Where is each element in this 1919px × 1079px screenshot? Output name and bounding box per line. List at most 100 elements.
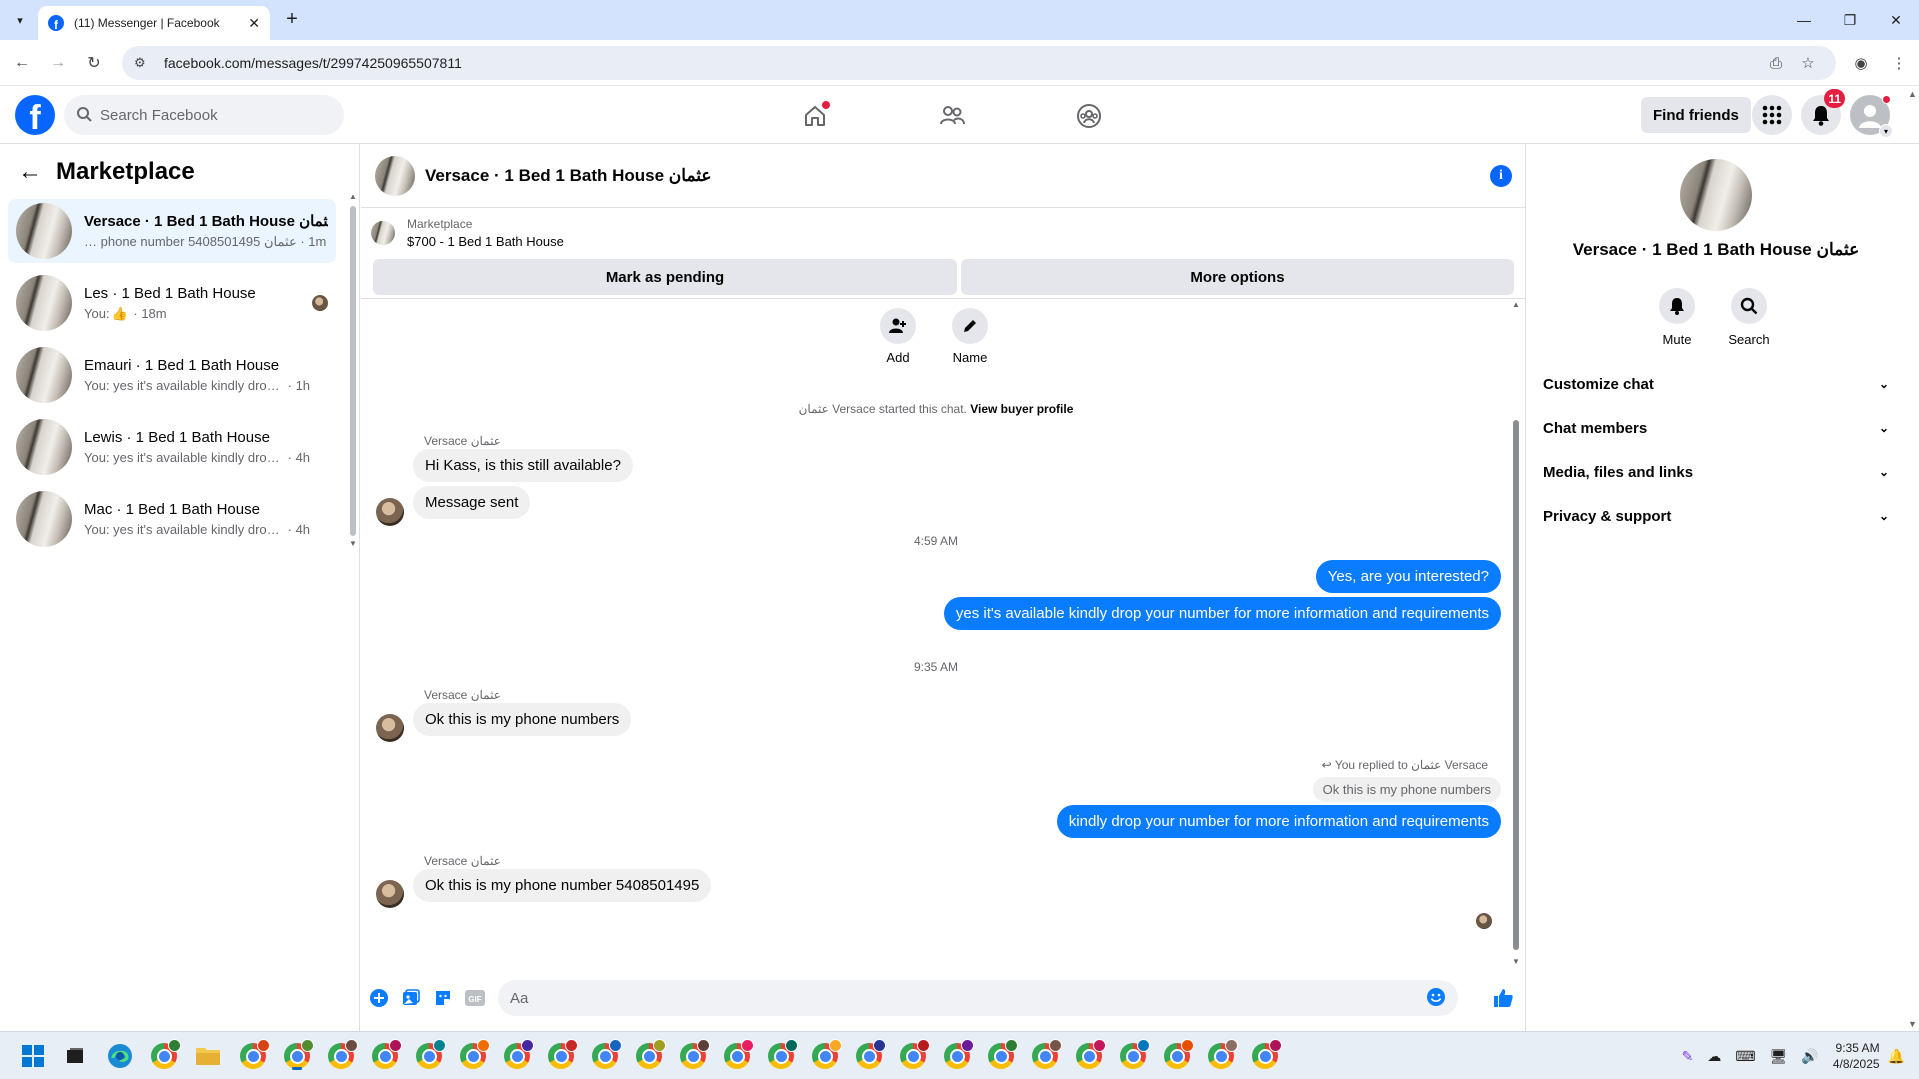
chrome-app-icon[interactable] [941,1039,974,1072]
chat-title[interactable]: Versace · 1 Bed 1 Bath House عثمان [425,166,1490,186]
chrome-app-icon[interactable] [677,1039,710,1072]
mark-as-pending-button[interactable]: Mark as pending [373,259,957,295]
conversation-item[interactable]: Lewis · 1 Bed 1 Bath House You: yes it's… [8,415,336,479]
conversation-item[interactable]: Versace · 1 Bed 1 Bath House عثمان … pho… [8,199,336,263]
friends-nav-icon[interactable] [937,101,967,131]
task-view-icon[interactable] [59,1040,91,1072]
mute-button[interactable]: Mute [1647,288,1707,347]
chrome-app-icon[interactable] [633,1039,666,1072]
chrome-app-icon[interactable] [501,1039,534,1072]
plus-circle-icon[interactable] [363,982,395,1014]
address-bar[interactable]: ⚙ facebook.com/messages/t/29974250965507… [122,46,1836,80]
thumbs-up-icon[interactable] [1487,982,1519,1014]
chrome-app-icon[interactable] [413,1039,446,1072]
chrome-app-icon[interactable] [853,1039,886,1072]
chrome-app-icon[interactable] [545,1039,578,1072]
sidebar-scrollbar[interactable]: ▲ ▼ [349,192,357,548]
url-text[interactable]: facebook.com/messages/t/2997425096550781… [164,55,1760,71]
chrome-app-icon[interactable] [1249,1039,1282,1072]
close-window-button[interactable]: ✕ [1873,0,1919,40]
info-icon[interactable]: i [1490,164,1512,187]
customize-chat-section[interactable]: Customize chat ⌄ [1535,362,1897,406]
search-input[interactable] [100,106,320,124]
edge-browser-icon[interactable] [104,1040,136,1072]
message-input[interactable] [510,989,1426,1007]
scroll-up-arrow-icon[interactable]: ▲ [1908,89,1917,99]
chrome-app-icon[interactable] [325,1039,358,1072]
page-scrollbar[interactable]: ▲ ▼ [1906,87,1919,1031]
more-options-button[interactable]: More options [961,259,1514,295]
profile-avatar[interactable] [1680,159,1752,231]
scroll-up-arrow-icon[interactable]: ▲ [1512,300,1520,309]
listing-thumbnail[interactable] [371,221,395,245]
menu-grid-icon[interactable] [1752,95,1792,135]
outgoing-message[interactable]: Yes, are you interested? [1315,560,1501,593]
chrome-app-icon[interactable] [237,1039,270,1072]
reload-icon[interactable]: ↻ [82,51,106,75]
restore-button[interactable]: ❐ [1827,0,1873,40]
notification-center-icon[interactable]: 🔔 [1888,1048,1905,1065]
sender-avatar[interactable] [376,498,404,526]
chrome-app-icon[interactable] [1161,1039,1194,1072]
volume-icon[interactable]: 🔊 [1801,1048,1818,1065]
listing-title[interactable]: $700 - 1 Bed 1 Bath House [407,234,564,249]
search-in-chat-button[interactable]: Search [1719,288,1779,347]
incoming-message[interactable]: Hi Kass, is this still available? [413,449,633,482]
clock[interactable]: 9:35 AM 4/8/2025 [1833,1040,1880,1072]
facebook-search[interactable] [64,95,344,135]
media-files-links-section[interactable]: Media, files and links ⌄ [1535,450,1897,494]
back-arrow-icon[interactable]: ← [18,158,46,186]
chrome-app-icon[interactable] [1205,1039,1238,1072]
scrollbar-thumb[interactable] [350,206,356,536]
chrome-app-icon[interactable] [148,1039,181,1072]
tab-search-button[interactable]: ▾ [8,8,32,32]
bookmark-star-icon[interactable]: ☆ [1792,54,1824,72]
chrome-app-icon[interactable] [1073,1039,1106,1072]
tab-close-icon[interactable]: ✕ [248,15,260,32]
privacy-support-section[interactable]: Privacy & support ⌄ [1535,494,1897,538]
chrome-menu-icon[interactable]: ⋮ [1887,51,1911,75]
new-tab-button[interactable]: + [280,8,304,32]
chrome-app-icon[interactable] [589,1039,622,1072]
chrome-app-icon[interactable] [1029,1039,1062,1072]
scroll-down-arrow-icon[interactable]: ▼ [1908,1019,1917,1029]
scroll-up-arrow-icon[interactable]: ▲ [349,192,357,201]
photo-icon[interactable] [395,982,427,1014]
chrome-app-icon[interactable] [1117,1039,1150,1072]
windows-start-icon[interactable] [17,1040,49,1072]
chat-scrollbar[interactable]: ▲ ▼ [1511,300,1521,966]
groups-nav-icon[interactable] [1074,101,1104,131]
chrome-app-icon[interactable] [369,1039,402,1072]
scrollbar-thumb[interactable] [1513,420,1519,950]
minimize-button[interactable]: — [1781,0,1827,40]
pen-icon[interactable]: ✎ [1682,1048,1694,1065]
profile-icon[interactable]: ◉ [1849,51,1873,75]
emoji-icon[interactable] [1426,987,1446,1010]
sticker-icon[interactable] [427,982,459,1014]
chrome-app-icon[interactable] [721,1039,754,1072]
edit-name-button[interactable]: Name [940,308,1000,365]
chrome-app-icon[interactable] [457,1039,490,1072]
site-info-icon[interactable]: ⚙ [134,55,154,71]
browser-tab-messenger[interactable]: f (11) Messenger | Facebook ✕ [38,6,270,40]
message-input-field[interactable] [498,980,1458,1016]
incoming-message[interactable]: Ok this is my phone number 5408501495 [413,869,712,902]
file-explorer-icon[interactable] [192,1040,224,1072]
install-app-icon[interactable]: ⎙ [1760,55,1792,72]
incoming-message[interactable]: Message sent [413,486,531,519]
chrome-app-icon[interactable] [281,1039,314,1072]
conversation-item[interactable]: Emauri · 1 Bed 1 Bath House You: yes it'… [8,343,336,407]
chrome-app-icon[interactable] [897,1039,930,1072]
chrome-app-icon[interactable] [985,1039,1018,1072]
outgoing-message[interactable]: kindly drop your number for more informa… [1056,805,1501,838]
quoted-message[interactable]: Ok this is my phone numbers [1312,777,1501,802]
view-buyer-profile-link[interactable]: View buyer profile [970,402,1073,416]
conversation-item[interactable]: Les · 1 Bed 1 Bath House You: 👍 · 18m [8,271,336,335]
back-arrow-icon[interactable]: ← [10,51,34,75]
find-friends-button[interactable]: Find friends [1641,97,1751,133]
scroll-down-arrow-icon[interactable]: ▼ [1512,957,1520,966]
onedrive-icon[interactable]: ☁ [1707,1048,1721,1065]
notifications-bell-icon[interactable]: 11 [1801,89,1845,135]
network-icon[interactable]: 🖥 [1770,1048,1788,1065]
add-member-button[interactable]: Add [868,308,928,365]
